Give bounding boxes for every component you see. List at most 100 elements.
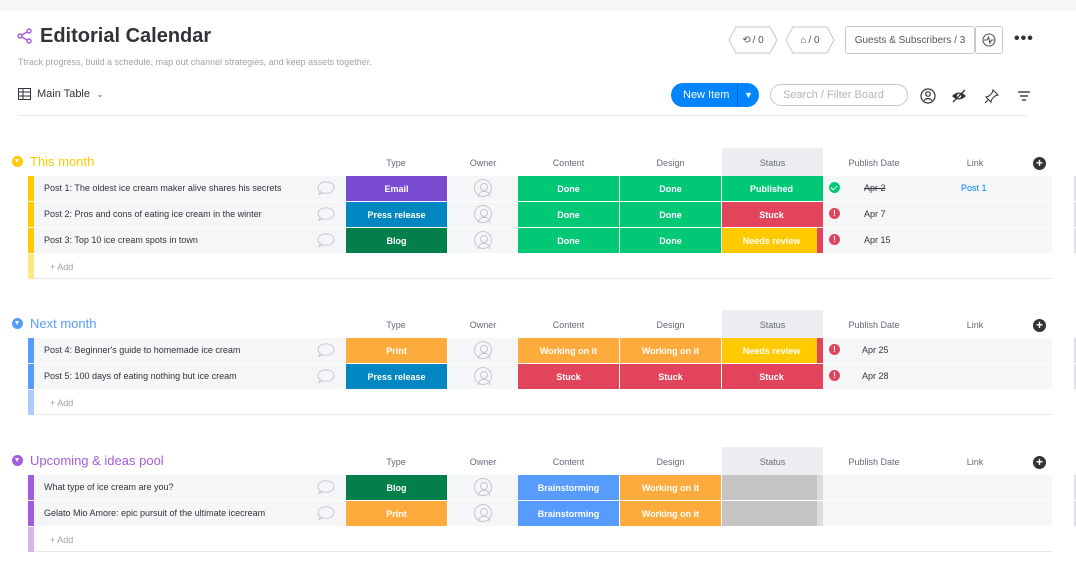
table-row[interactable]: Post 2: Pros and cons of eating ice crea… [28,202,1076,227]
status-cell[interactable]: Stuck [722,202,822,227]
status-cell[interactable]: Published [722,176,822,201]
status-cell[interactable]: Needs review [722,338,822,363]
comment-bubble-icon[interactable] [317,369,335,383]
comment-bubble-icon[interactable] [317,233,335,247]
column-header-publish-date[interactable]: Publish Date [824,457,924,467]
type-cell[interactable]: Press release [346,202,448,227]
comment-bubble-icon[interactable] [317,480,335,494]
add-item-row[interactable]: + Add [28,527,1052,552]
status-cell[interactable] [722,501,822,526]
type-cell[interactable]: Email [346,176,448,201]
collapse-group-icon[interactable] [12,156,23,167]
owner-avatar[interactable] [474,205,492,223]
column-header-type[interactable]: Type [346,320,446,330]
design-cell[interactable]: Working on it [620,475,722,500]
publish-date[interactable]: Apr 15 [864,235,891,245]
link-cell[interactable]: Post 1 [961,183,987,193]
item-name[interactable]: Post 4: Beginner's guide to homemade ice… [44,345,240,355]
group-title[interactable]: Upcoming & ideas pool [30,453,164,468]
table-row[interactable]: Post 1: The oldest ice cream maker alive… [28,176,1076,201]
design-cell[interactable]: Working on it [620,501,722,526]
column-header-owner[interactable]: Owner [448,320,518,330]
owner-avatar[interactable] [474,504,492,522]
content-cell[interactable]: Brainstorming [518,501,620,526]
column-header-design[interactable]: Design [620,158,721,168]
column-header-status[interactable]: Status [722,158,823,168]
new-item-button[interactable]: New Item ▼ [671,83,759,107]
content-cell[interactable]: Done [518,176,620,201]
filter-icon[interactable] [1016,88,1032,104]
search-filter-input[interactable]: Search / Filter Board [770,84,908,106]
column-header-design[interactable]: Design [620,320,721,330]
column-header-content[interactable]: Content [518,158,619,168]
owner-avatar[interactable] [474,478,492,496]
column-header-link[interactable]: Link [925,158,1025,168]
view-selector[interactable]: Main Table ⌄ [18,88,104,100]
content-cell[interactable]: Stuck [518,364,620,389]
publish-date[interactable]: Apr 2 [864,183,886,193]
owner-avatar[interactable] [474,367,492,385]
column-header-link[interactable]: Link [925,320,1025,330]
comment-bubble-icon[interactable] [317,506,335,520]
group-title[interactable]: Next month [30,316,96,331]
pin-icon[interactable] [984,88,1000,104]
design-cell[interactable]: Done [620,202,722,227]
column-header-owner[interactable]: Owner [448,457,518,467]
board-title[interactable]: Editorial Calendar [40,25,211,48]
design-cell[interactable]: Done [620,176,722,201]
share-icon[interactable] [17,28,33,44]
design-cell[interactable]: Stuck [620,364,722,389]
item-name[interactable]: Post 2: Pros and cons of eating ice crea… [44,209,262,219]
add-column-button[interactable]: + [1033,456,1046,469]
table-row[interactable]: Gelato Mio Amore: epic pursuit of the ul… [28,501,1076,526]
type-cell[interactable]: Blog [346,475,448,500]
column-header-type[interactable]: Type [346,158,446,168]
status-cell[interactable]: Stuck [722,364,822,389]
add-column-button[interactable]: + [1033,319,1046,332]
eye-icon[interactable] [951,88,967,104]
status-cell[interactable]: Needs review [722,228,822,253]
content-cell[interactable]: Brainstorming [518,475,620,500]
publish-date[interactable]: Apr 25 [862,345,889,355]
status-cell[interactable] [722,475,822,500]
type-cell[interactable]: Blog [346,228,448,253]
owner-avatar[interactable] [474,231,492,249]
content-cell[interactable]: Working on it [518,338,620,363]
item-name[interactable]: What type of ice cream are you? [44,482,174,492]
add-item-row[interactable]: + Add [28,254,1052,279]
group-title[interactable]: This month [30,154,94,169]
comment-bubble-icon[interactable] [317,207,335,221]
type-cell[interactable]: Press release [346,364,448,389]
column-header-status[interactable]: Status [722,457,823,467]
column-header-type[interactable]: Type [346,457,446,467]
content-cell[interactable]: Done [518,228,620,253]
comment-bubble-icon[interactable] [317,343,335,357]
column-header-link[interactable]: Link [925,457,1025,467]
automations-button[interactable]: ⌂ / 0 [785,26,835,54]
type-cell[interactable]: Print [346,338,448,363]
publish-date[interactable]: Apr 28 [862,371,889,381]
design-cell[interactable]: Done [620,228,722,253]
content-cell[interactable]: Done [518,202,620,227]
column-header-owner[interactable]: Owner [448,158,518,168]
column-header-publish-date[interactable]: Publish Date [824,158,924,168]
column-header-design[interactable]: Design [620,457,721,467]
item-name[interactable]: Post 1: The oldest ice cream maker alive… [44,183,281,193]
table-row[interactable]: Post 3: Top 10 ice cream spots in town B… [28,228,1076,253]
activity-button[interactable] [975,26,1003,54]
guests-subscribers-button[interactable]: Guests & Subscribers / 3 [845,26,975,54]
chevron-down-icon[interactable]: ▼ [738,90,759,100]
publish-date[interactable]: Apr 7 [864,209,886,219]
owner-avatar[interactable] [474,341,492,359]
collapse-group-icon[interactable] [12,455,23,466]
table-row[interactable]: Post 4: Beginner's guide to homemade ice… [28,338,1076,363]
design-cell[interactable]: Working on it [620,338,722,363]
add-column-button[interactable]: + [1033,157,1046,170]
column-header-status[interactable]: Status [722,320,823,330]
item-name[interactable]: Gelato Mio Amore: epic pursuit of the ul… [44,508,265,518]
table-row[interactable]: Post 5: 100 days of eating nothing but i… [28,364,1076,389]
collapse-group-icon[interactable] [12,318,23,329]
column-header-content[interactable]: Content [518,457,619,467]
add-item-row[interactable]: + Add [28,390,1052,415]
person-filter-icon[interactable] [920,88,936,104]
